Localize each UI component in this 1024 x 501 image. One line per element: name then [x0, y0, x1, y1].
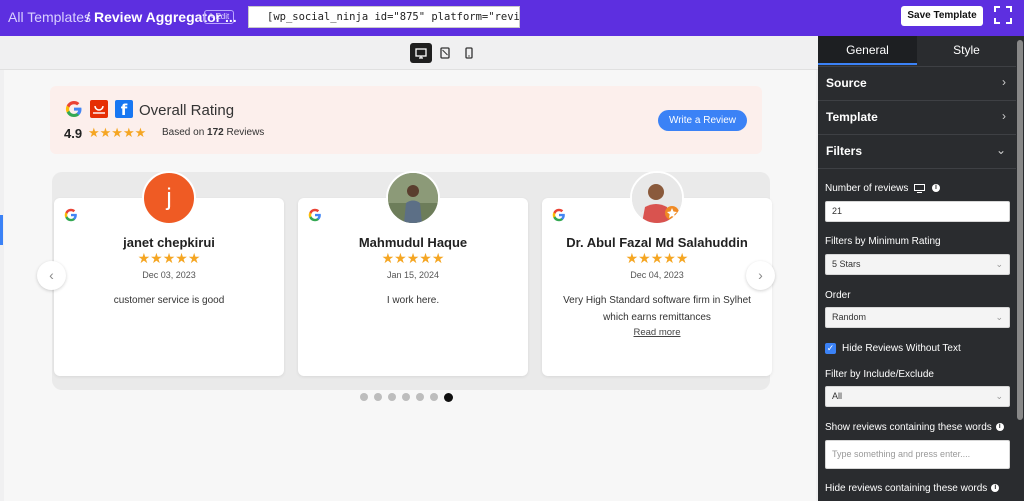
- avatar: j: [142, 171, 196, 225]
- tab-general[interactable]: General: [818, 36, 917, 65]
- overall-rating-title: Overall Rating: [139, 102, 235, 119]
- write-review-button[interactable]: Write a Review: [658, 110, 747, 131]
- reviewer-name: Dr. Abul Fazal Md Salahuddin: [566, 235, 748, 250]
- google-icon: [64, 208, 78, 222]
- rating-stars: ★★★★★: [88, 125, 147, 140]
- tablet-view-icon[interactable]: [434, 43, 456, 63]
- divider: [818, 168, 1016, 169]
- number-of-reviews-label: Number of reviews i: [825, 183, 940, 194]
- avatar: [630, 171, 684, 225]
- chevron-right-icon: ›: [1002, 75, 1006, 89]
- read-more-link[interactable]: Read more: [542, 327, 772, 338]
- include-exclude-select[interactable]: All ⌄: [825, 386, 1010, 407]
- review-date: Dec 03, 2023: [142, 270, 196, 280]
- hide-no-text-label: Hide Reviews Without Text: [842, 343, 961, 354]
- based-on-text: Based on 172 Reviews: [162, 127, 265, 138]
- reviewer-name: Mahmudul Haque: [358, 235, 468, 250]
- review-stars: ★★★★★: [137, 250, 201, 266]
- review-date: Dec 04, 2023: [630, 270, 684, 280]
- min-rating-label: Filters by Minimum Rating: [825, 236, 941, 247]
- min-rating-select[interactable]: 5 Stars ⌄: [825, 254, 1010, 275]
- review-text: customer service is good: [113, 295, 225, 306]
- rating-header: [50, 86, 762, 154]
- section-label: Source: [826, 76, 867, 90]
- device-toolbar: [0, 36, 818, 70]
- review-text: I work here.: [386, 295, 440, 306]
- mobile-view-icon[interactable]: [458, 43, 480, 63]
- show-words-input[interactable]: Type something and press enter....: [825, 440, 1010, 469]
- avatar: [386, 171, 440, 225]
- sidebar-tabs: General Style: [818, 36, 1016, 65]
- info-icon[interactable]: i: [931, 184, 940, 193]
- edit-name-button[interactable]: ✎Edit: [204, 10, 234, 24]
- google-icon: [552, 208, 566, 222]
- breadcrumb-all-templates[interactable]: All Templates: [8, 9, 91, 25]
- info-icon[interactable]: i: [995, 423, 1004, 432]
- review-text: Very High Standard software firm in Sylh…: [563, 295, 751, 323]
- section-filters[interactable]: Filters ⌄: [818, 134, 1016, 168]
- section-label: Filters: [826, 144, 863, 158]
- aliexpress-icon: [90, 100, 108, 118]
- chevron-right-icon: ›: [758, 267, 763, 283]
- carousel-dot[interactable]: [374, 393, 382, 401]
- desktop-icon: [914, 183, 926, 193]
- carousel-dot[interactable]: [430, 393, 438, 401]
- google-icon: [65, 100, 83, 118]
- include-exclude-label: Filter by Include/Exclude: [825, 369, 934, 380]
- reviewer-name: janet chepkirui: [123, 235, 215, 250]
- order-select[interactable]: Random ⌄: [825, 307, 1010, 328]
- shortcode-field[interactable]: [wp_social_ninja id="875" platform="revi…: [248, 6, 520, 28]
- chevron-left-icon: ‹: [49, 267, 54, 283]
- carousel-dot[interactable]: [360, 393, 368, 401]
- save-template-button[interactable]: Save Template: [901, 6, 983, 26]
- carousel-prev-button[interactable]: ‹: [37, 261, 66, 290]
- carousel-dot[interactable]: [402, 393, 410, 401]
- order-label: Order: [825, 290, 851, 301]
- chevron-down-icon: ⌄: [995, 143, 1006, 157]
- sidebar-scrollbar[interactable]: [1017, 40, 1023, 420]
- hide-words-label: Hide reviews containing these words i: [825, 483, 1000, 494]
- review-date: Jan 15, 2024: [386, 270, 440, 280]
- rating-value: 4.9: [64, 126, 83, 141]
- breadcrumb-separator: /: [86, 9, 90, 25]
- carousel-dot[interactable]: [416, 393, 424, 401]
- chevron-down-icon: ⌄: [995, 259, 1003, 269]
- carousel-next-button[interactable]: ›: [746, 261, 775, 290]
- section-template[interactable]: Template ›: [818, 100, 1016, 134]
- carousel-dots: [360, 393, 453, 403]
- google-icon: [308, 208, 322, 222]
- chevron-down-icon: ⌄: [995, 391, 1003, 401]
- show-words-label: Show reviews containing these words i: [825, 422, 1004, 433]
- chevron-down-icon: ⌄: [995, 312, 1003, 322]
- desktop-view-icon[interactable]: [410, 43, 432, 63]
- carousel-dot[interactable]: [444, 393, 453, 402]
- facebook-icon: f: [115, 100, 133, 119]
- hide-no-text-checkbox[interactable]: ✓: [825, 343, 836, 354]
- section-label: Template: [826, 110, 878, 124]
- number-of-reviews-input[interactable]: 21: [825, 201, 1010, 222]
- review-stars: ★★★★★: [625, 250, 689, 266]
- info-icon[interactable]: i: [991, 484, 1000, 493]
- review-stars: ★★★★★: [381, 250, 445, 266]
- carousel-dot[interactable]: [388, 393, 396, 401]
- fullscreen-icon[interactable]: [994, 6, 1012, 24]
- tab-style[interactable]: Style: [917, 36, 1016, 65]
- chevron-right-icon: ›: [1002, 109, 1006, 123]
- section-source[interactable]: Source ›: [818, 66, 1016, 100]
- left-edge-indicator: [0, 215, 3, 245]
